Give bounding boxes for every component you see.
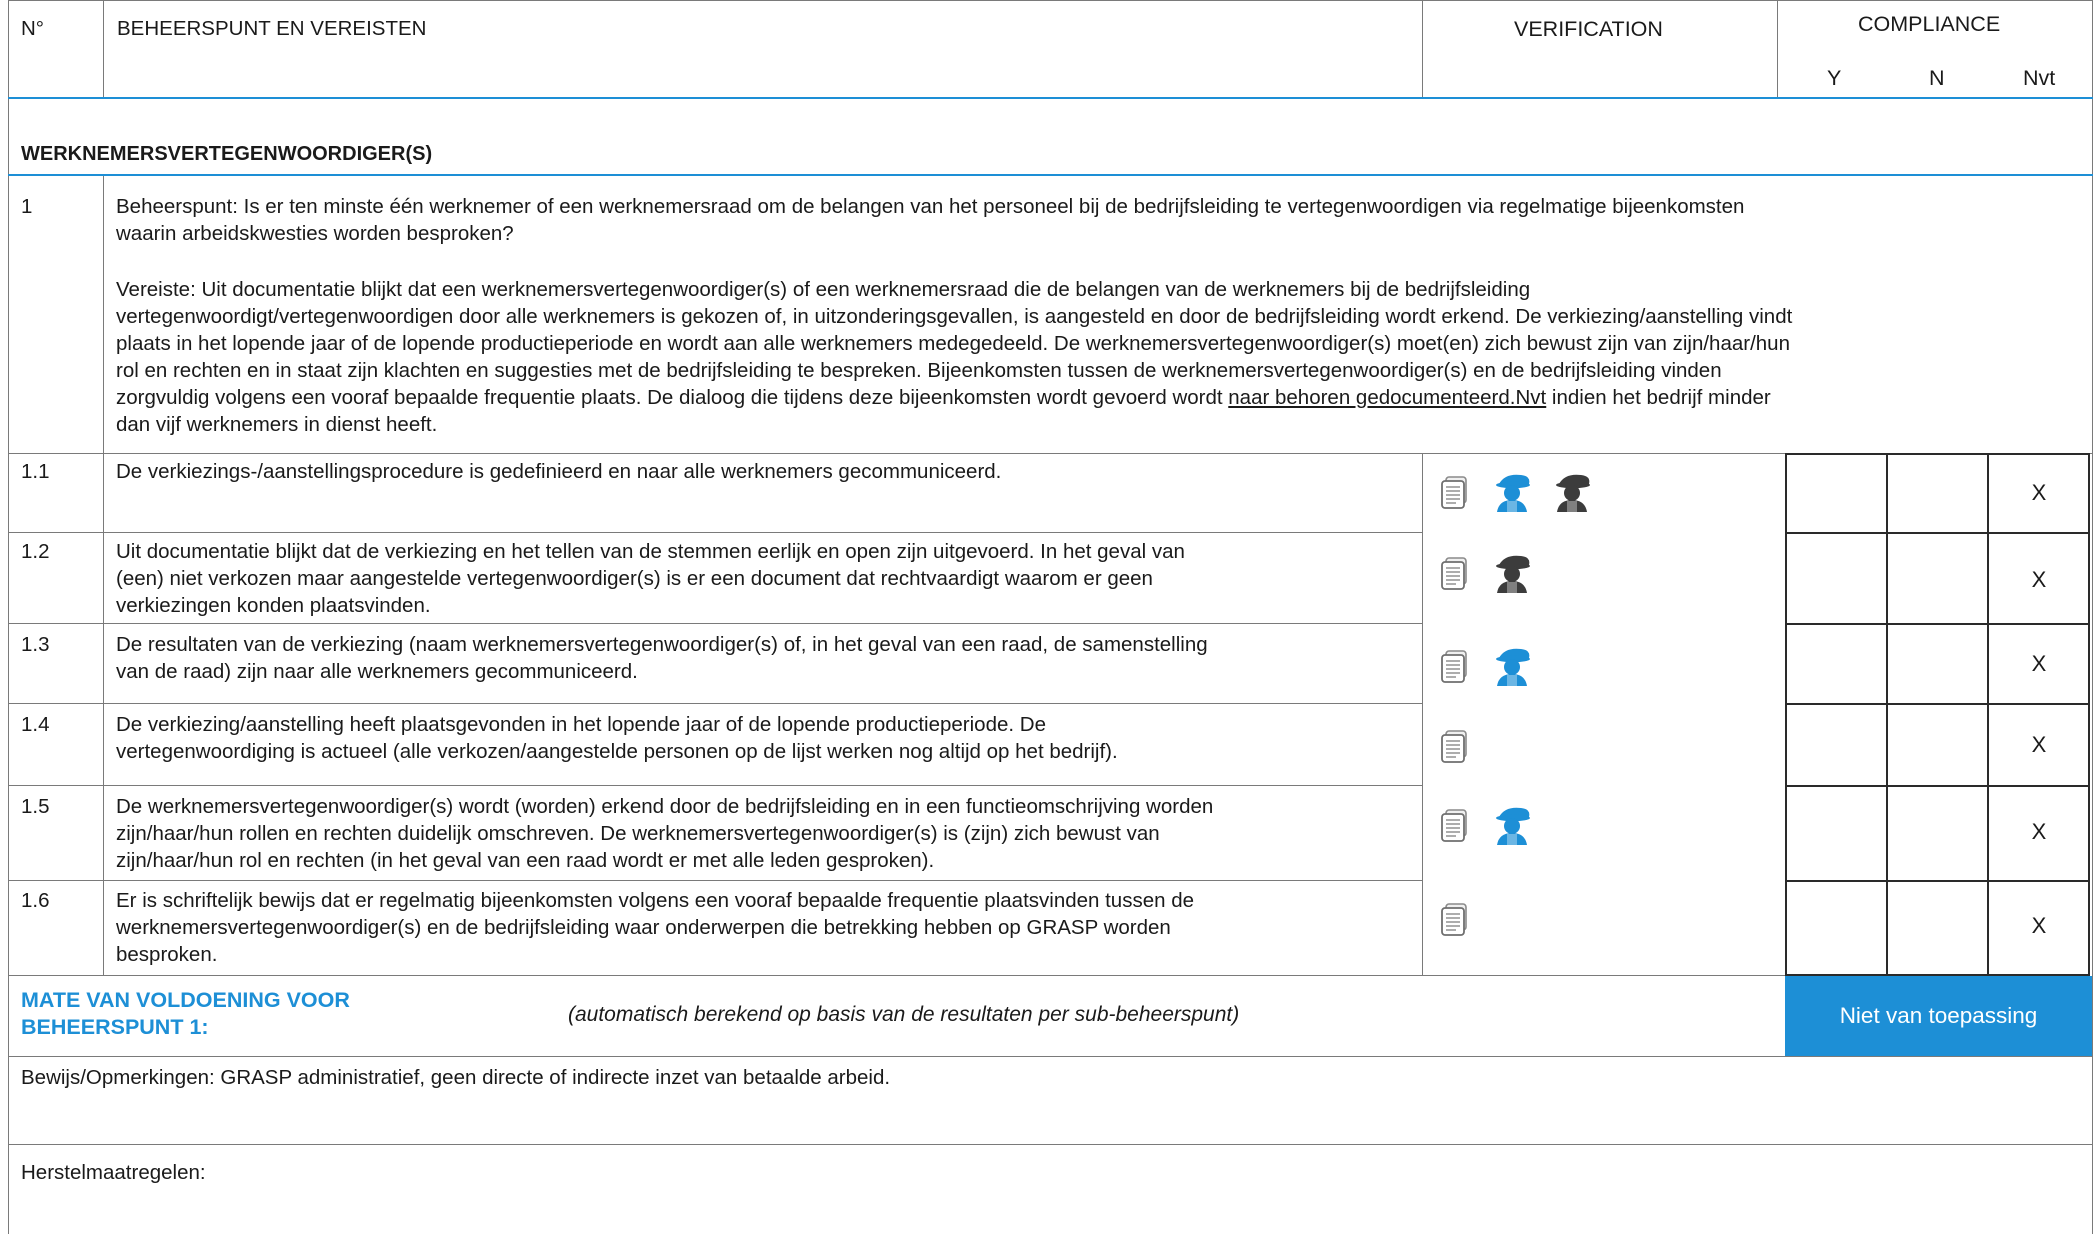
summary-note: (automatisch berekend op basis van de re… xyxy=(568,1003,1240,1026)
header-compliance: COMPLIANCE xyxy=(1858,12,2001,36)
rows-bottom-rule xyxy=(8,975,1785,976)
header-y: Y xyxy=(1827,66,1842,90)
compliance-mark-nvt[interactable]: X xyxy=(2009,567,2069,593)
sub-point-line: van de raad) zijn naar alle werknemers g… xyxy=(116,660,638,683)
sub-point-line: Uit documentatie blijkt dat de verkiezin… xyxy=(116,540,1185,563)
vereiste-line: rol en rechten en in staat zijn klachten… xyxy=(116,359,1722,382)
vereiste-line: Vereiste: Uit documentatie blijkt dat ee… xyxy=(116,278,1531,301)
sub-point-line: verkiezingen konden plaatsvinden. xyxy=(116,594,431,617)
row-1-3-bottom xyxy=(8,703,1423,704)
compliance-line-2 xyxy=(1785,532,2090,534)
sub-point-number: 1.4 xyxy=(21,713,50,736)
evidence-remarks[interactable]: Bewijs/Opmerkingen: GRASP administratief… xyxy=(21,1064,890,1091)
compliance-mark-nvt[interactable]: X xyxy=(2009,913,2069,939)
vereiste-line: dan vijf werknemers in dienst heeft. xyxy=(116,413,438,436)
header-bottom-rule xyxy=(8,97,2093,99)
vereiste-line-text: zorgvuldig volgens een vooraf bepaalde f… xyxy=(116,386,1229,409)
section-title: WERKNEMERSVERTEGENWOORDIGER(S) xyxy=(21,143,433,165)
compliance-line-1 xyxy=(1785,453,2090,455)
evidence-bottom-rule xyxy=(8,1144,2093,1145)
cp-col-divider xyxy=(103,176,104,975)
document-icon xyxy=(1440,557,1470,591)
sub-point-number: 1.6 xyxy=(21,889,50,912)
summary-bottom-rule xyxy=(8,1056,2093,1057)
table-left-border xyxy=(8,0,9,1234)
section-bottom-rule xyxy=(8,174,2093,176)
sub-point-line: De werknemersvertegenwoordiger(s) wordt … xyxy=(116,795,1214,818)
control-point-number: 1 xyxy=(21,195,33,218)
sub-point-line: De verkiezing/aanstelling heeft plaatsge… xyxy=(116,713,1046,736)
sub-point-line: zijn/haar/hun rol en rechten (in het gev… xyxy=(116,849,935,872)
document-icon xyxy=(1440,650,1470,684)
document-icon xyxy=(1440,809,1470,843)
header-nvt: Nvt xyxy=(2023,66,2056,90)
worker-icon xyxy=(1491,805,1535,847)
summary-title-line: MATE VAN VOLDOENING VOOR xyxy=(21,988,350,1012)
worker-icon xyxy=(1551,472,1595,514)
sub-point-number: 1.3 xyxy=(21,633,50,656)
document-icon xyxy=(1440,903,1470,937)
compliance-mark-nvt[interactable]: X xyxy=(2009,819,2069,845)
row-1-4-bottom xyxy=(8,785,1423,786)
beheerspunt-line: Beheerspunt: Is er ten minste één werkne… xyxy=(116,195,1745,218)
sub-point-line: vertegenwoordiging is actueel (alle verk… xyxy=(116,740,1118,763)
vereiste-line: vertegenwoordigt/vertegenwoordigen door … xyxy=(116,305,1793,328)
table-right-border xyxy=(2092,0,2093,1234)
vereiste-line-text: indien het bedrijf minder xyxy=(1546,386,1771,409)
vereiste-line: plaats in het lopende jaar of de lopende… xyxy=(116,332,1790,355)
compliance-line-4 xyxy=(1785,703,2090,705)
header-col-divider-3 xyxy=(1777,0,1778,98)
header-number: N° xyxy=(21,17,45,40)
header-col-divider-2 xyxy=(1422,0,1423,98)
worker-icon xyxy=(1491,472,1535,514)
underlined-text: naar behoren gedocumenteerd.Nvt xyxy=(1228,386,1547,409)
sub-point-line: De resultaten van de verkiezing (naam we… xyxy=(116,633,1208,656)
compliance-line-3 xyxy=(1785,623,2090,625)
summary-title-line: BEHEERSPUNT 1: xyxy=(21,1015,209,1039)
sub-point-line: zijn/haar/hun rollen en rechten duidelij… xyxy=(116,822,1160,845)
worker-icon xyxy=(1491,646,1535,688)
compliance-mark-nvt[interactable]: X xyxy=(2009,732,2069,758)
sub-point-number: 1.2 xyxy=(21,540,50,563)
row-1-5-bottom xyxy=(8,880,1423,881)
header-top-border xyxy=(8,0,2093,1)
sub-point-line: werknemersvertegenwoordiger(s) en de bed… xyxy=(116,916,1171,939)
sub-point-number: 1.1 xyxy=(21,460,50,483)
document-icon xyxy=(1440,730,1470,764)
compliance-result-badge: Niet van toepassing xyxy=(1785,976,2092,1056)
header-verification: VERIFICATION xyxy=(1514,17,1663,41)
sub-point-line: besproken. xyxy=(116,943,218,966)
header-requirements: BEHEERSPUNT EN VEREISTEN xyxy=(117,17,427,40)
compliance-line-6 xyxy=(1785,880,2090,882)
sub-point-line: De verkiezings-/aanstellingsprocedure is… xyxy=(116,460,1002,483)
compliance-mark-nvt[interactable]: X xyxy=(2009,480,2069,506)
vereiste-line: zorgvuldig volgens een vooraf bepaalde f… xyxy=(116,384,1771,411)
summary-title: MATE VAN VOLDOENING VOOR BEHEERSPUNT 1: xyxy=(21,987,350,1041)
corrective-measures[interactable]: Herstelmaatregelen: xyxy=(21,1159,206,1186)
header-col-divider-1 xyxy=(103,0,104,98)
worker-icon xyxy=(1491,553,1535,595)
cp-bottom-rule xyxy=(8,453,2093,454)
header-n: N xyxy=(1929,66,1945,90)
compliance-line-5 xyxy=(1785,785,2090,787)
row-1-2-bottom xyxy=(8,623,1423,624)
beheerspunt-line: waarin arbeidskwesties worden besproken? xyxy=(116,222,514,245)
document-icon xyxy=(1440,476,1470,510)
sub-point-line: (een) niet verkozen maar aangestelde ver… xyxy=(116,567,1153,590)
row-1-1-bottom xyxy=(8,532,1423,533)
sub-point-number: 1.5 xyxy=(21,795,50,818)
sub-point-line: Er is schriftelijk bewijs dat er regelma… xyxy=(116,889,1195,912)
compliance-mark-nvt[interactable]: X xyxy=(2009,651,2069,677)
